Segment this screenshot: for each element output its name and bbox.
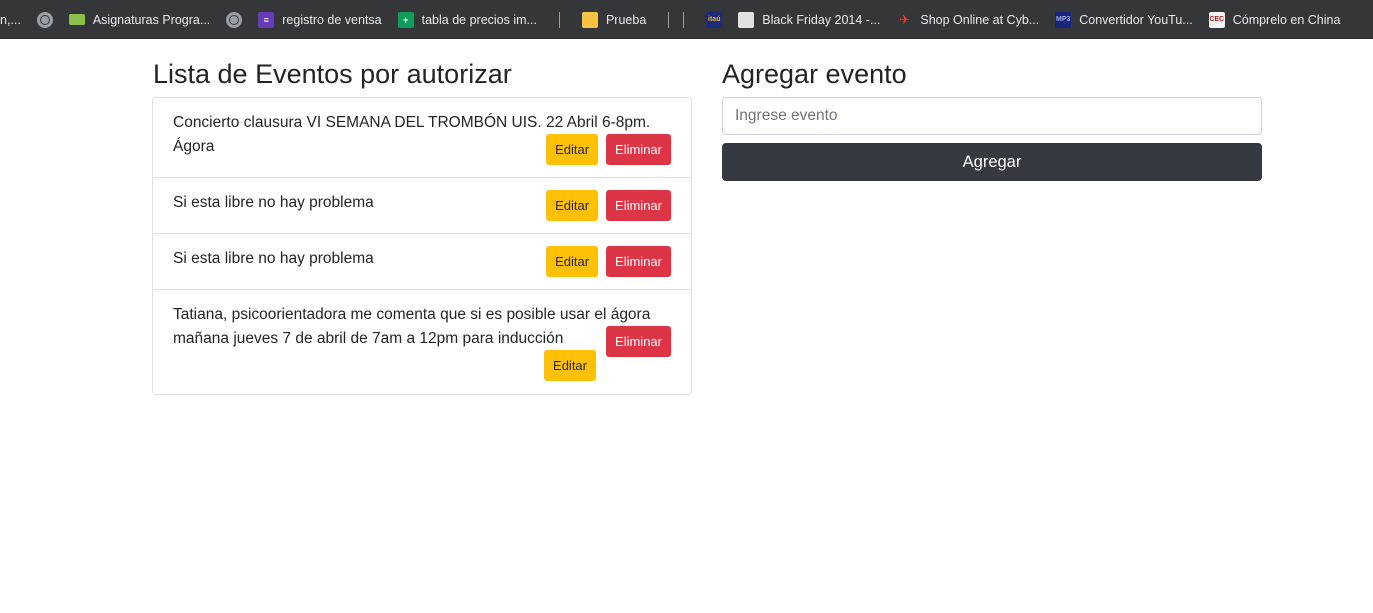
edit-button[interactable]: Editar [546,190,599,221]
event-text: Si esta libre no hay problema [173,194,374,211]
bookmark-label: Prueba [605,12,647,27]
bookmark-item[interactable] [218,6,250,34]
cec-icon: CEC [1208,11,1225,28]
bookmark-item[interactable]: + tabla de precios im... [390,6,545,34]
cyber-icon: ✈ [898,11,910,27]
bookmark-item[interactable]: ≡ registro de ventsa [250,6,389,34]
card-icon [68,14,85,25]
main-content: Lista de Eventos por autorizar Concierto… [0,39,1373,613]
bookmark-item[interactable]: itaú [698,6,730,34]
bookmark-item[interactable]: n,... [0,6,29,34]
event-input[interactable] [722,97,1262,135]
events-list: Concierto clausura VI SEMANA DEL TROMBÓN… [152,97,692,395]
edit-button[interactable]: Editar [546,246,599,277]
delete-button[interactable]: Eliminar [606,190,671,221]
list-item: Si esta libre no hay problema Editar Eli… [153,178,691,234]
add-event-title: Agregar evento [722,59,907,89]
bookmark-label: n,... [0,12,21,27]
bookmark-item[interactable]: Black Friday 2014 -... [730,6,888,34]
sheet-icon: + [397,11,414,28]
edit-button[interactable]: Editar [546,134,599,165]
list-item: Concierto clausura VI SEMANA DEL TROMBÓN… [153,98,691,178]
bookmark-label: tabla de precios im... [421,12,537,27]
bookmark-item[interactable]: ✈ Shop Online at Cyb... [888,6,1047,34]
event-actions: Editar Eliminar [546,190,671,221]
bookmark-label: Cómprelo en China [1232,12,1341,27]
bookmark-label: Asignaturas Progra... [92,12,211,27]
delete-button[interactable]: Eliminar [606,246,671,277]
bookmark-label: Convertidor YouTu... [1079,12,1193,27]
bookmark-separator [558,11,560,28]
bookmark-item[interactable]: Prueba [574,6,654,34]
delete-button[interactable]: Eliminar [606,134,671,165]
leaf-icon [738,11,755,28]
list-item: Si esta libre no hay problema Editar Eli… [153,234,691,290]
youtube-converter-icon: MP3 [1055,11,1072,28]
bookmark-separator [683,11,685,28]
event-actions: Eliminar [606,326,671,357]
form-icon: ≡ [258,11,275,28]
event-actions: Editar Eliminar [546,134,671,165]
bookmark-label: Shop Online at Cyb... [920,12,1040,27]
bookmark-item[interactable]: MP3 Convertidor YouTu... [1047,6,1201,34]
folder-icon [581,11,598,28]
bookmarks-bar: n,... Asignaturas Progra... ≡ registro d… [0,0,1373,39]
edit-button[interactable]: Editar [544,350,596,381]
add-button[interactable]: Agregar [722,143,1262,181]
list-item: Tatiana, psicoorientadora me comenta que… [153,290,691,394]
globe-icon [226,11,243,28]
bookmark-label: registro de ventsa [282,12,382,27]
bookmark-separator [668,11,670,28]
event-text: Si esta libre no hay problema [173,250,374,267]
events-list-title: Lista de Eventos por autorizar [153,59,512,89]
globe-icon [36,11,53,28]
bookmark-label: Black Friday 2014 -... [762,12,881,27]
bookmark-item[interactable]: CEC Cómprelo en China [1201,6,1349,34]
itau-icon: itaú [706,11,723,28]
bookmark-item[interactable] [29,6,61,34]
event-actions: Editar Eliminar [546,246,671,277]
bookmark-item[interactable]: Asignaturas Progra... [61,6,218,34]
delete-button[interactable]: Eliminar [606,326,671,357]
